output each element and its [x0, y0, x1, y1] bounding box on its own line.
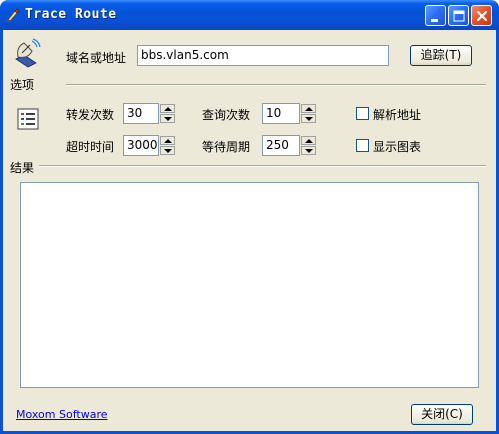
- wait-spinner[interactable]: [301, 136, 316, 155]
- maximize-icon: [453, 10, 465, 22]
- results-label: 结果: [10, 161, 35, 175]
- satellite-dish-icon: [15, 38, 41, 68]
- maximize-button[interactable]: [448, 5, 469, 26]
- wait-down-arrow[interactable]: [301, 146, 316, 155]
- options-label: 选项: [10, 78, 35, 92]
- host-input[interactable]: bbs.vlan5.com: [137, 45, 389, 66]
- host-label: 域名或地址: [66, 51, 127, 65]
- wait-up-arrow[interactable]: [301, 136, 316, 145]
- trace-button[interactable]: 追踪(T): [410, 45, 472, 66]
- hops-spinner[interactable]: [160, 104, 175, 123]
- minimize-icon: [431, 19, 438, 22]
- moxom-software-link[interactable]: Moxom Software: [16, 408, 108, 421]
- wait-input[interactable]: 250: [262, 135, 300, 156]
- close-icon: [476, 10, 488, 22]
- hops-label: 转发次数: [66, 108, 115, 122]
- close-button[interactable]: 关闭(C): [411, 404, 473, 425]
- queries-input[interactable]: 10: [262, 103, 300, 124]
- chart-checkbox[interactable]: [356, 139, 369, 152]
- window-title: Trace Route: [25, 7, 117, 22]
- timeout-up-arrow[interactable]: [160, 136, 175, 145]
- list-icon: [17, 108, 39, 130]
- chart-label: 显示图表: [373, 140, 422, 154]
- results-separator: [39, 165, 486, 167]
- timeout-label: 超时时间: [66, 140, 115, 154]
- hops-input[interactable]: 30: [123, 103, 159, 124]
- resolve-label: 解析地址: [373, 108, 422, 122]
- trace-route-window: Trace Route 选项 域名或地址 bbs.vlan5.com 追踪(T)…: [0, 0, 499, 434]
- dialog-body: 选项 域名或地址 bbs.vlan5.com 追踪(T) 转发次数 30 查询次…: [3, 30, 496, 431]
- results-box[interactable]: [20, 182, 479, 388]
- timeout-input[interactable]: 3000: [123, 135, 159, 156]
- close-window-button[interactable]: [471, 5, 492, 26]
- minimize-button[interactable]: [425, 5, 446, 26]
- timeout-spinner[interactable]: [160, 136, 175, 155]
- app-icon: [7, 8, 20, 22]
- title-bar[interactable]: Trace Route: [0, 0, 499, 30]
- timeout-down-arrow[interactable]: [160, 146, 175, 155]
- queries-spinner[interactable]: [301, 104, 316, 123]
- hops-up-arrow[interactable]: [160, 104, 175, 113]
- queries-up-arrow[interactable]: [301, 104, 316, 113]
- hops-down-arrow[interactable]: [160, 114, 175, 123]
- queries-label: 查询次数: [202, 108, 251, 122]
- wait-label: 等待周期: [202, 140, 251, 154]
- options-separator: [66, 84, 486, 86]
- resolve-checkbox[interactable]: [356, 107, 369, 120]
- queries-down-arrow[interactable]: [301, 114, 316, 123]
